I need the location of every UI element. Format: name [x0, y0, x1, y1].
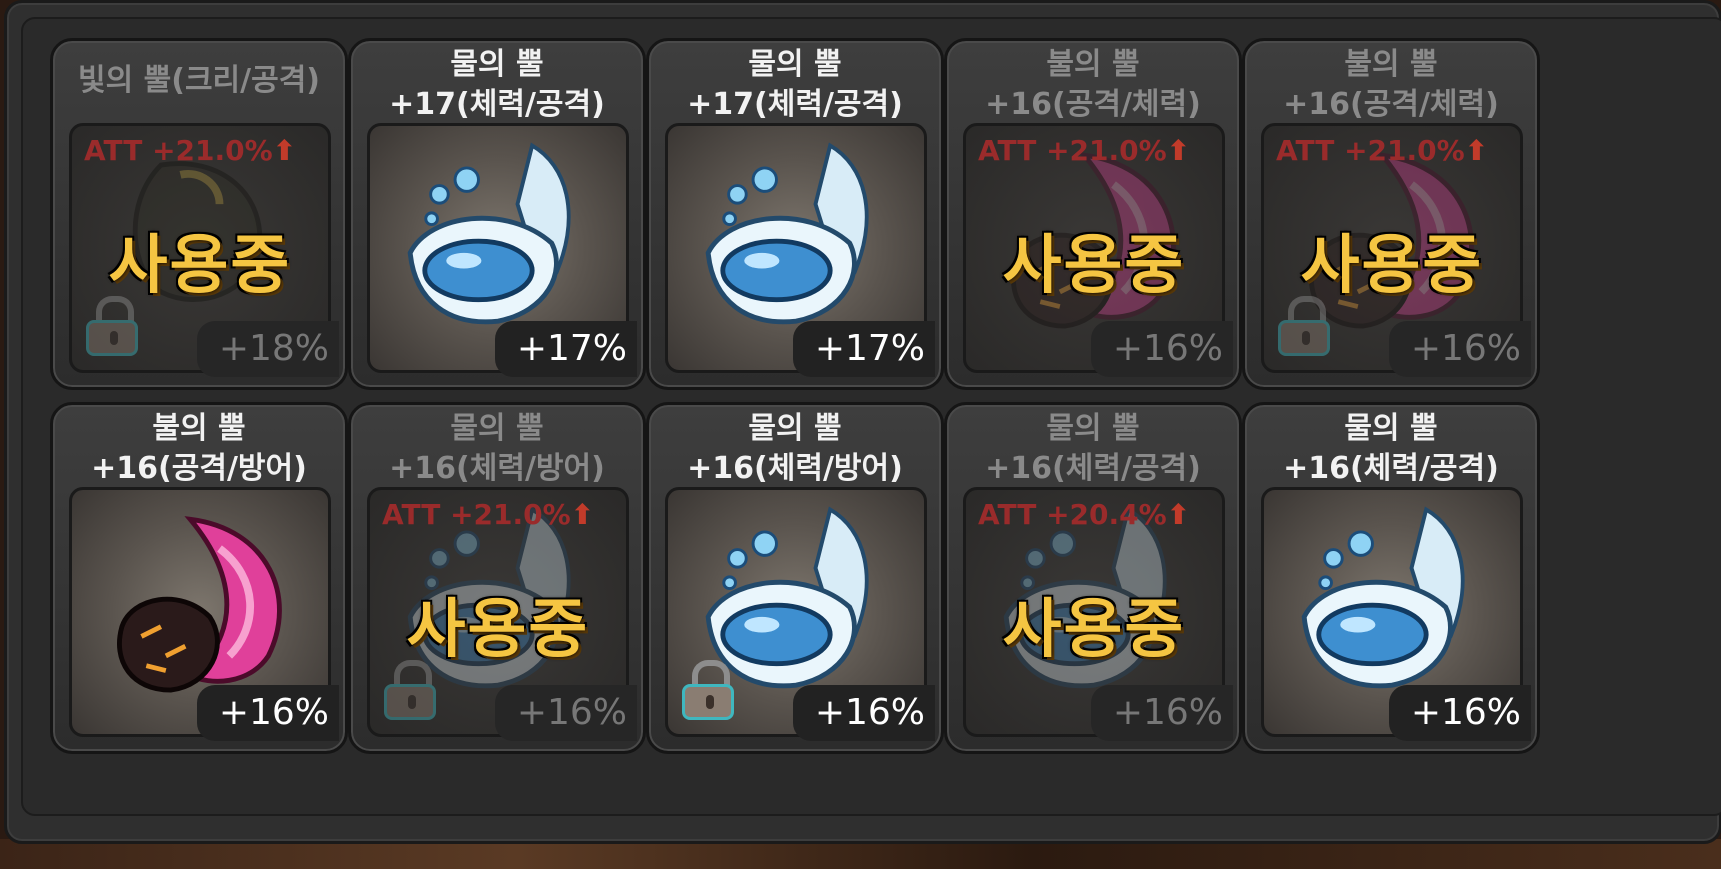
horn-name: 빛의 뿔(크리/공격) [77, 63, 321, 98]
att-bonus-text: ATT +21.0% [84, 134, 273, 167]
in-use-label: 사용중 [108, 229, 292, 303]
in-use-label: 사용중 [1300, 229, 1484, 303]
att-bonus: ATT +20.4%⬆ [978, 498, 1190, 531]
horn-name: 불의 뿔 +16(공격/체력) [1283, 47, 1499, 122]
att-bonus: ATT +21.0%⬆ [382, 498, 594, 531]
horn-card[interactable]: 물의 뿔 +17(체력/공격) +17% [646, 38, 944, 390]
att-bonus-text: ATT +21.0% [978, 134, 1167, 167]
horn-name: 물의 뿔 +16(체력/공격) [985, 411, 1201, 486]
up-arrow-icon: ⬆ [272, 134, 297, 167]
horn-card[interactable]: 불의 뿔 +16(공격/체력) ATT +21.0%⬆ 사용중 +16% [1242, 38, 1540, 390]
percent-badge: +16% [1388, 685, 1531, 741]
in-use-label: 사용중 [1002, 229, 1186, 303]
horn-card[interactable]: 물의 뿔 +16(체력/방어) ATT +21.0%⬆ 사용중 +16% [348, 402, 646, 754]
horn-name: 물의 뿔 +17(체력/공격) [389, 47, 605, 122]
percent-badge: +16% [494, 685, 637, 741]
percent-badge: +17% [792, 321, 935, 377]
percent-badge: +16% [1090, 321, 1233, 377]
horn-name: 불의 뿔 +16(공격/체력) [985, 47, 1201, 122]
percent-badge: +16% [1090, 685, 1233, 741]
horn-name: 물의 뿔 +16(체력/방어) [389, 411, 605, 486]
horn-card[interactable]: 물의 뿔 +16(체력/방어) +16% [646, 402, 944, 754]
in-use-label: 사용중 [1002, 593, 1186, 667]
percent-badge: +16% [1388, 321, 1531, 377]
horn-card[interactable]: 물의 뿔 +16(체력/공격) +16% [1242, 402, 1540, 754]
horn-grid: 빛의 뿔(크리/공격) ATT +21.0%⬆ 사용중 +18% 물의 뿔 +17(체… [50, 38, 1660, 788]
lock-icon[interactable] [1278, 296, 1330, 356]
att-bonus: ATT +21.0%⬆ [1276, 134, 1488, 167]
in-use-label: 사용중 [406, 593, 590, 667]
att-bonus-text: ATT +21.0% [1276, 134, 1465, 167]
percent-badge: +18% [196, 321, 339, 377]
horn-name: 불의 뿔 +16(공격/방어) [91, 411, 307, 486]
percent-badge: +16% [196, 685, 339, 741]
percent-badge: +16% [792, 685, 935, 741]
att-bonus-text: ATT +21.0% [382, 498, 571, 531]
lock-icon[interactable] [384, 660, 436, 720]
up-arrow-icon: ⬆ [1464, 134, 1489, 167]
att-bonus: ATT +21.0%⬆ [84, 134, 296, 167]
lock-icon[interactable] [86, 296, 138, 356]
horn-card[interactable]: 빛의 뿔(크리/공격) ATT +21.0%⬆ 사용중 +18% [50, 38, 348, 390]
horn-card[interactable]: 물의 뿔 +17(체력/공격) +17% [348, 38, 646, 390]
up-arrow-icon: ⬆ [1166, 134, 1191, 167]
horn-card[interactable]: 물의 뿔 +16(체력/공격) ATT +20.4%⬆ 사용중 +16% [944, 402, 1242, 754]
horn-card[interactable]: 불의 뿔 +16(공격/방어) +16% [50, 402, 348, 754]
horn-name: 물의 뿔 +16(체력/공격) [1283, 411, 1499, 486]
horn-name: 물의 뿔 +17(체력/공격) [687, 47, 903, 122]
horn-card[interactable]: 불의 뿔 +16(공격/체력) ATT +21.0%⬆ 사용중 +16% [944, 38, 1242, 390]
up-arrow-icon: ⬆ [570, 498, 595, 531]
percent-badge: +17% [494, 321, 637, 377]
lock-icon[interactable] [682, 660, 734, 720]
att-bonus: ATT +21.0%⬆ [978, 134, 1190, 167]
up-arrow-icon: ⬆ [1166, 498, 1191, 531]
att-bonus-text: ATT +20.4% [978, 498, 1167, 531]
horn-name: 물의 뿔 +16(체력/방어) [687, 411, 903, 486]
